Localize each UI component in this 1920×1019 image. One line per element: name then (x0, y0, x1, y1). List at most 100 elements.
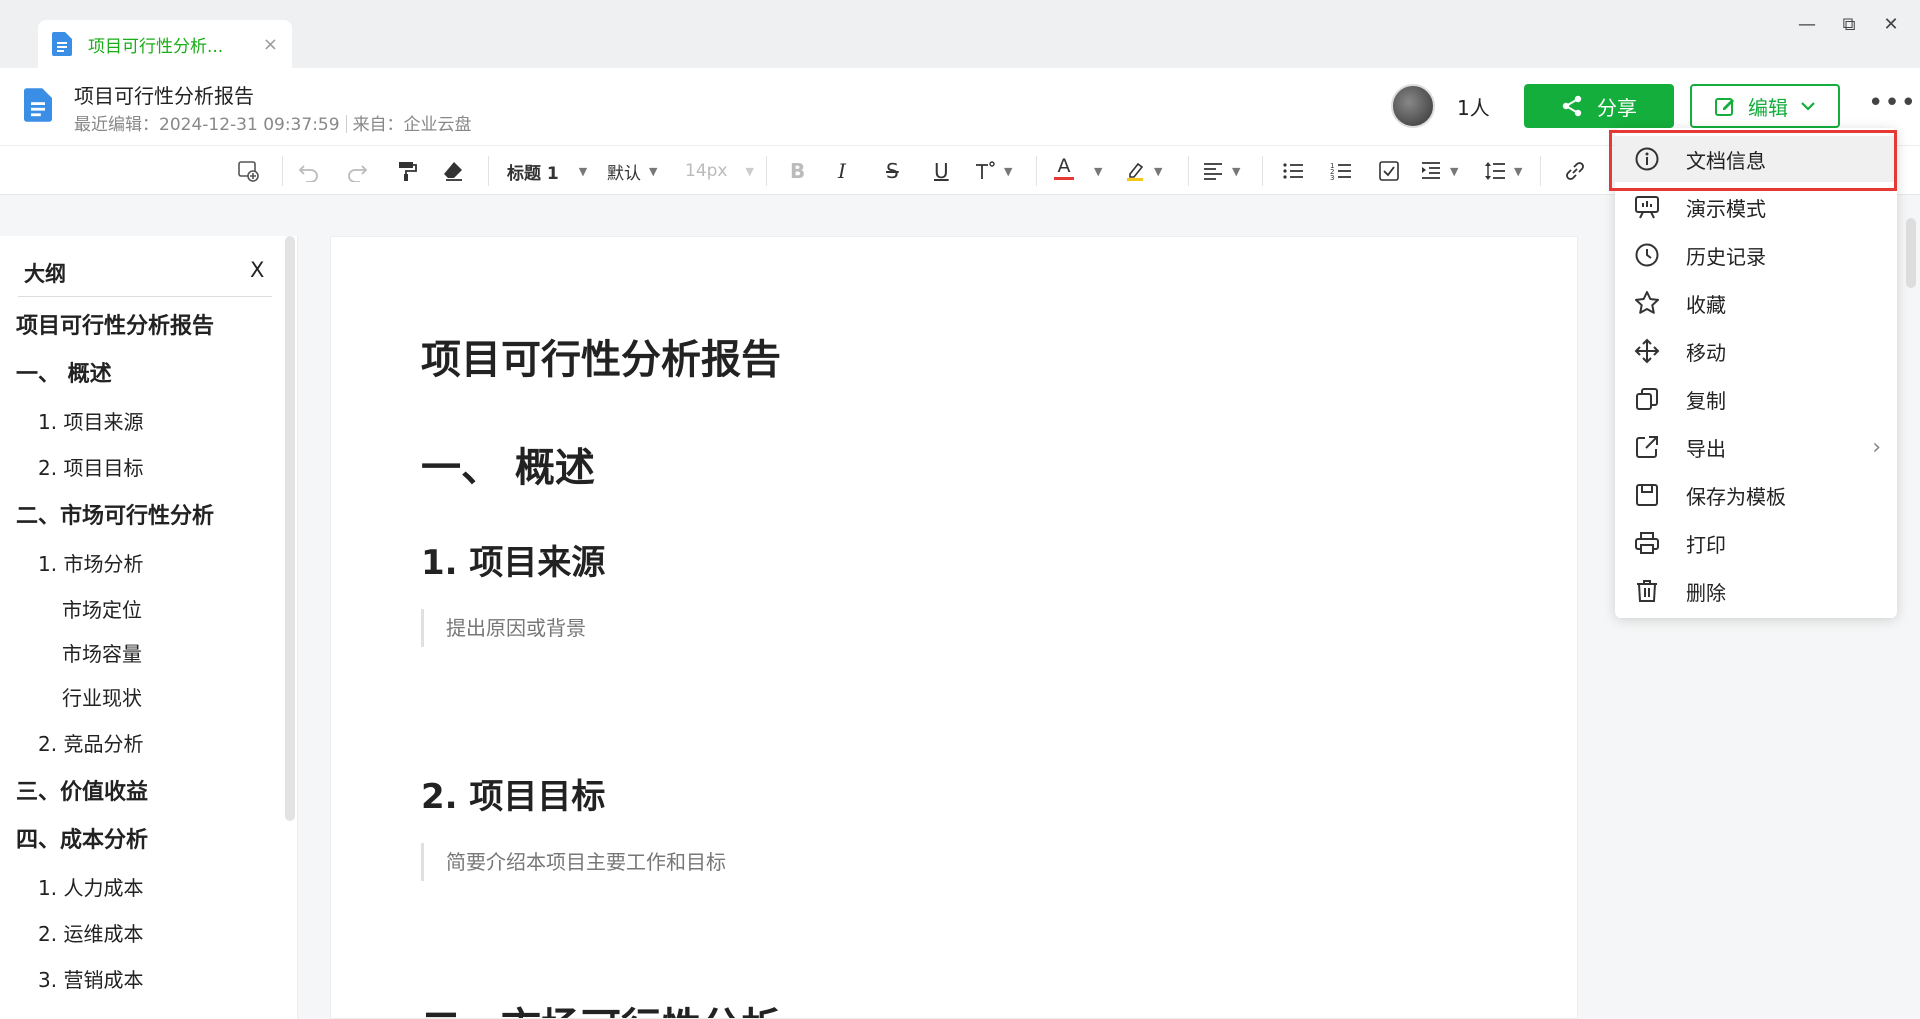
outline-item[interactable]: 项目可行性分析报告 (16, 308, 214, 340)
doc-heading-section: 二、市场可行性分析 (421, 995, 781, 1018)
edit-label: 编辑 (1748, 95, 1788, 120)
menu-item-history[interactable]: 历史记录 (1615, 232, 1897, 278)
underline-button[interactable]: U (934, 158, 949, 184)
menu-item-export[interactable]: 导出 › (1615, 424, 1897, 470)
undo-icon[interactable] (298, 158, 320, 184)
doc-meta: 最近编辑：2024-12-31 09:37:59 来自：企业云盘 (74, 110, 472, 135)
minimize-icon[interactable]: — (1795, 14, 1819, 35)
document-page[interactable]: 项目可行性分析报告 一、 概述 1. 项目来源 提出原因或背景 2. 项目目标 … (330, 236, 1578, 1019)
bold-button[interactable]: B (790, 158, 805, 184)
menu-item-label: 复制 (1686, 388, 1726, 413)
outline-scrollbar[interactable] (285, 236, 295, 821)
chevron-down-icon[interactable] (1800, 101, 1816, 111)
move-icon (1632, 336, 1662, 366)
menu-item-label: 文档信息 (1686, 148, 1766, 173)
outline-close-icon[interactable]: X (250, 258, 264, 282)
menu-item-favorite[interactable]: 收藏 (1615, 280, 1897, 326)
outline-item[interactable]: 2. 项目目标 (38, 452, 143, 481)
document-icon (24, 88, 52, 122)
copy-icon (1632, 384, 1662, 414)
doc-quote-block: 提出原因或背景 (421, 609, 586, 647)
export-icon (1632, 432, 1662, 462)
insert-block-icon[interactable] (236, 158, 260, 184)
strikethrough-button[interactable]: S (886, 158, 899, 184)
print-icon (1632, 528, 1662, 558)
doc-quote-block: 简要介绍本项目主要工作和目标 (421, 843, 726, 881)
menu-item-move[interactable]: 移动 (1615, 328, 1897, 374)
toolbar-divider (282, 156, 283, 186)
doc-heading-subsection: 1. 项目来源 (421, 543, 606, 583)
redo-icon[interactable] (346, 158, 368, 184)
doc-source: 来自：企业云盘 (352, 115, 472, 135)
outline-item[interactable]: 市场容量 (62, 638, 142, 667)
font-size-select[interactable]: 14px ▼ (685, 158, 754, 184)
italic-button[interactable]: I (838, 158, 846, 184)
outline-item[interactable]: 行业现状 (62, 682, 142, 711)
doc-heading-section: 一、 概述 (421, 445, 595, 491)
highlight-icon[interactable]: ▼ (1124, 158, 1162, 184)
clear-format-icon[interactable] (442, 158, 464, 184)
outline-divider (18, 296, 272, 297)
superscript-select[interactable]: ▼ (974, 158, 1012, 184)
menu-item-doc-info[interactable]: 文档信息 (1615, 136, 1897, 182)
page-scrollbar[interactable] (1906, 218, 1916, 288)
indent-select[interactable]: ▼ (1420, 158, 1458, 184)
document-tab[interactable]: 项目可行性分析... × (38, 20, 292, 68)
window-close-icon[interactable]: ✕ (1879, 14, 1903, 35)
tab-bar: 项目可行性分析... × — ⧉ ✕ (0, 0, 1920, 68)
outline-item[interactable]: 1. 项目来源 (38, 406, 143, 435)
toolbar-divider (1188, 156, 1189, 186)
checklist-icon[interactable] (1378, 158, 1400, 184)
collaborator-count[interactable]: 1人 (1457, 92, 1490, 121)
more-options-button[interactable]: ••• (1868, 88, 1917, 118)
menu-item-label: 收藏 (1686, 292, 1726, 317)
outline-item[interactable]: 3. 营销成本 (38, 964, 143, 993)
outline-item[interactable]: 三、价值收益 (16, 774, 148, 806)
text-color-caret[interactable]: ▼ (1086, 158, 1102, 184)
tab-title: 项目可行性分析... (88, 36, 224, 57)
menu-item-save-template[interactable]: 保存为模板 (1615, 472, 1897, 518)
menu-item-print[interactable]: 打印 (1615, 520, 1897, 566)
share-button[interactable]: 分享 (1524, 84, 1674, 128)
outline-item[interactable]: 一、 概述 (16, 356, 112, 388)
restore-icon[interactable]: ⧉ (1837, 14, 1861, 35)
bullet-list-icon[interactable] (1282, 158, 1304, 184)
toolbar-divider (766, 156, 767, 186)
menu-item-copy[interactable]: 复制 (1615, 376, 1897, 422)
last-edit-time: 最近编辑：2024-12-31 09:37:59 (74, 115, 340, 135)
toolbar-divider (1262, 156, 1263, 186)
align-select[interactable]: ▼ (1202, 158, 1240, 184)
outline-item[interactable]: 四、成本分析 (16, 822, 148, 854)
outline-item[interactable]: 1. 市场分析 (38, 548, 143, 577)
outline-item[interactable]: 1. 人力成本 (38, 872, 143, 901)
heading-select[interactable]: 标题 1 ▼ (507, 158, 587, 184)
edit-button[interactable]: 编辑 (1690, 84, 1840, 128)
menu-item-label: 删除 (1686, 580, 1726, 605)
outline-item[interactable]: 市场定位 (62, 594, 142, 623)
menu-item-presentation[interactable]: 演示模式 (1615, 184, 1897, 230)
toolbar-divider (1036, 156, 1037, 186)
menu-item-delete[interactable]: 删除 (1615, 568, 1897, 614)
info-icon (1632, 144, 1662, 174)
trash-icon (1632, 576, 1662, 606)
format-painter-icon[interactable] (396, 158, 418, 184)
avatar[interactable] (1391, 84, 1435, 128)
chevron-right-icon: › (1872, 434, 1881, 460)
save-icon (1632, 480, 1662, 510)
text-color-select[interactable]: A (1054, 157, 1074, 184)
more-options-menu: 文档信息 演示模式 历史记录 收藏 移动 复制 导出 › 保存为模板 打印 删除 (1615, 128, 1897, 618)
line-height-select[interactable]: ▼ (1484, 158, 1522, 184)
doc-heading-title: 项目可行性分析报告 (421, 337, 781, 383)
share-icon (1562, 95, 1582, 117)
outline-item[interactable]: 二、市场可行性分析 (16, 498, 214, 530)
meta-divider (345, 115, 347, 133)
link-icon[interactable] (1564, 158, 1586, 184)
font-select[interactable]: 默认 ▼ (607, 158, 657, 184)
doc-heading-subsection: 2. 项目目标 (421, 777, 606, 817)
numbered-list-icon[interactable]: 123 (1330, 158, 1352, 184)
menu-item-label: 移动 (1686, 340, 1726, 365)
menu-item-label: 演示模式 (1686, 196, 1766, 221)
outline-item[interactable]: 2. 运维成本 (38, 918, 143, 947)
outline-item[interactable]: 2. 竞品分析 (38, 728, 143, 757)
tab-close-icon[interactable]: × (263, 34, 278, 55)
